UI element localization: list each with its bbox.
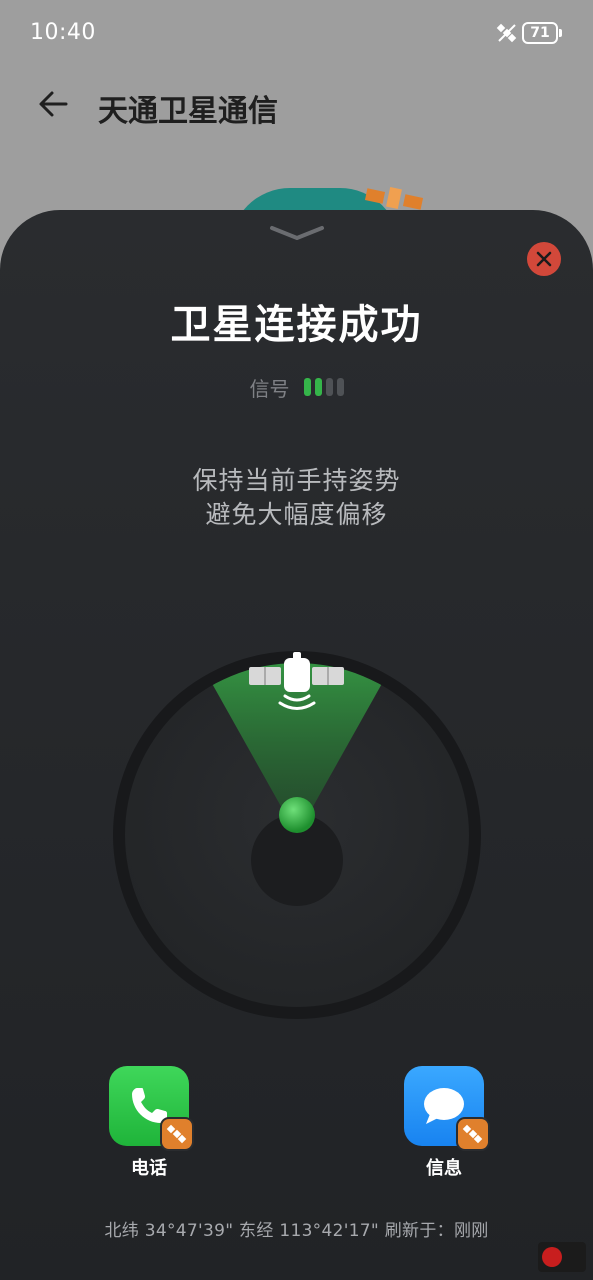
- signal-bars: [303, 378, 344, 396]
- close-icon: [536, 251, 552, 267]
- status-time: 10:40: [30, 20, 96, 45]
- signal-bar: [325, 378, 333, 396]
- arrow-left-icon[interactable]: [36, 86, 72, 122]
- battery-tip: [559, 29, 562, 37]
- watermark-logo: [538, 1242, 586, 1272]
- app-header: 天通卫星通信: [0, 68, 593, 142]
- device-position-dot: [279, 797, 315, 833]
- signal-bar: [336, 378, 344, 396]
- messages-app-label: 信息: [426, 1158, 462, 1179]
- satellite-badge-icon: [162, 1119, 192, 1149]
- signal-label: 信号: [249, 376, 290, 401]
- satellite-badge-icon: [458, 1119, 488, 1149]
- satellite-radar: [113, 651, 481, 1019]
- signal-bar: [314, 378, 322, 396]
- watermark-emblem: [542, 1247, 562, 1267]
- battery-indicator: 71: [522, 22, 558, 44]
- satellite-icon: [496, 23, 517, 43]
- posture-hint: 保持当前手持姿势 避免大幅度偏移: [0, 464, 593, 532]
- signal-bar: [303, 378, 311, 396]
- chevron-down-icon[interactable]: [268, 222, 326, 244]
- hint-line: 避免大幅度偏移: [205, 500, 388, 529]
- phone-app-label: 电话: [131, 1158, 167, 1179]
- connection-status-title: 卫星连接成功: [170, 302, 423, 348]
- location-readout: 北纬 34°47'39" 东经 113°42'17" 刷新于：刚刚: [104, 1221, 489, 1241]
- page-title: 天通卫星通信: [98, 94, 278, 129]
- satellite-sheet: 卫星连接成功 信号 保持当前手持姿势 避免大幅度偏移 电话 信息 北纬 34°4…: [0, 210, 593, 1280]
- hint-line: 保持当前手持姿势: [192, 466, 401, 495]
- status-bar: 10:40 71: [0, 0, 593, 68]
- signal-indicator: 信号: [0, 372, 593, 402]
- close-button[interactable]: [527, 242, 561, 276]
